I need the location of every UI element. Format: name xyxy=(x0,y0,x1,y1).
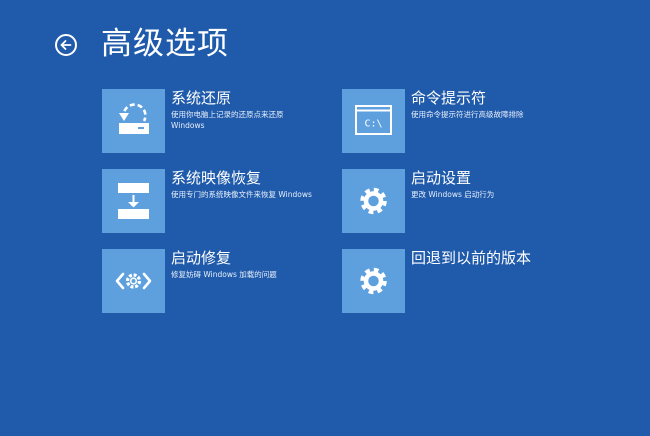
option-description: 使用你电脑上记录的还原点来还原 Windows xyxy=(171,110,284,130)
option-tile xyxy=(102,249,165,313)
command-prompt-icon: C:\ xyxy=(355,105,392,135)
option-description: 使用专门的系统映像文件来恢复 Windows xyxy=(171,190,312,199)
option-description: 更改 Windows 启动行为 xyxy=(411,190,495,199)
option-description: 使用命令提示符进行高级故障排除 xyxy=(411,110,524,119)
option-tile: C:\ xyxy=(342,89,405,153)
command-prompt-icon-text: C:\ xyxy=(364,119,382,130)
option-command-prompt[interactable]: C:\ 命令提示符 使用命令提示符进行高级故障排除 xyxy=(342,89,577,153)
back-arrow-icon xyxy=(60,40,72,50)
gear-icon xyxy=(360,267,387,295)
option-title: 启动设置 xyxy=(411,169,472,187)
page-title: 高级选项 xyxy=(101,26,229,62)
back-button[interactable] xyxy=(55,34,77,56)
option-system-image-recovery[interactable]: 系统映像恢复 使用专门的系统映像文件来恢复 Windows xyxy=(102,169,337,233)
option-go-back-previous-version[interactable]: 回退到以前的版本 xyxy=(342,249,577,313)
option-description: 修复妨碍 Windows 加载的问题 xyxy=(171,270,277,279)
system-image-recovery-icon xyxy=(118,183,149,219)
option-title: 命令提示符 xyxy=(411,89,487,107)
system-restore-icon xyxy=(119,103,149,134)
option-title: 回退到以前的版本 xyxy=(411,249,532,267)
gear-icon xyxy=(360,187,387,215)
option-system-restore[interactable]: 系统还原 使用你电脑上记录的还原点来还原 Windows xyxy=(102,89,337,153)
option-title: 启动修复 xyxy=(171,249,232,267)
option-startup-repair[interactable]: 启动修复 修复妨碍 Windows 加载的问题 xyxy=(102,249,337,313)
option-tile xyxy=(102,89,165,153)
option-tile xyxy=(102,169,165,233)
option-title: 系统映像恢复 xyxy=(171,169,262,187)
option-title: 系统还原 xyxy=(171,89,232,107)
startup-repair-icon xyxy=(115,272,152,290)
option-tile xyxy=(342,249,405,313)
option-startup-settings[interactable]: 启动设置 更改 Windows 启动行为 xyxy=(342,169,577,233)
option-tile xyxy=(342,169,405,233)
